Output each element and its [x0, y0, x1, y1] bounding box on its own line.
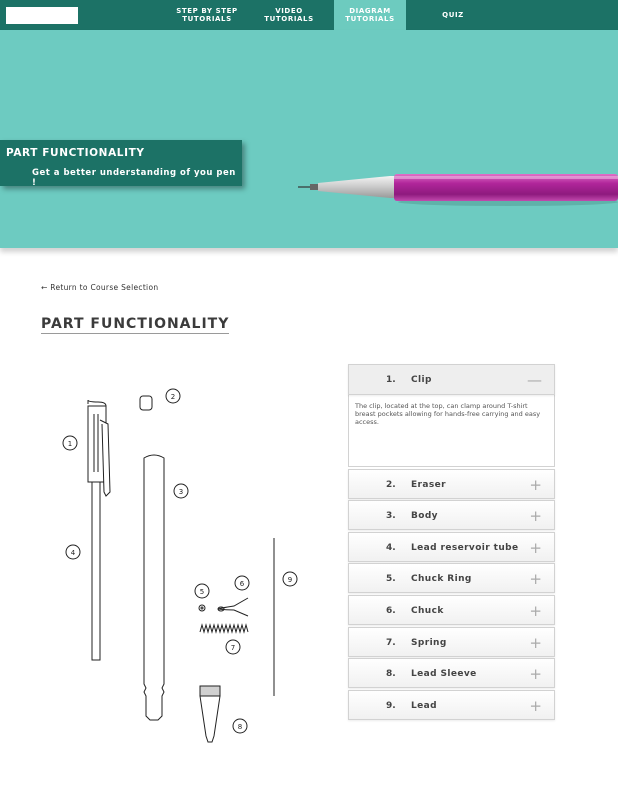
hero-section: PART FUNCTIONALITY Get a better understa… [0, 30, 618, 248]
expand-icon[interactable]: + [529, 501, 542, 531]
item-label: Body [411, 511, 438, 522]
expand-icon[interactable]: + [529, 564, 542, 594]
accordion-panel-clip: The clip, located at the top, can clamp … [348, 395, 555, 467]
item-label: Eraser [411, 479, 446, 490]
item-number: 4. [386, 542, 396, 553]
callout-label-6: 6 [240, 580, 245, 588]
item-label: Lead [411, 700, 437, 711]
callout-label-1: 1 [68, 440, 72, 448]
callout-label-9: 9 [288, 576, 292, 584]
collapse-icon[interactable]: — [527, 365, 542, 395]
accordion-item-lead[interactable]: 9. Lead + [348, 689, 555, 721]
pen-hero-image [298, 174, 618, 206]
part-eraser-drawing [139, 395, 153, 411]
expand-icon[interactable]: + [529, 470, 542, 500]
expand-icon[interactable]: + [529, 659, 542, 689]
item-number: 7. [386, 637, 396, 648]
item-label: Clip [411, 375, 432, 385]
part-chuck-drawing [217, 597, 249, 617]
page-title: PART FUNCTIONALITY [41, 316, 230, 334]
nav-step-by-step-tutorials[interactable]: STEP BY STEP TUTORIALS [172, 0, 242, 30]
expand-icon[interactable]: + [529, 628, 542, 658]
nav-video-tutorials[interactable]: VIDEO TUTORIALS [260, 0, 318, 30]
return-to-course-link[interactable]: ← Return to Course Selection [41, 283, 158, 292]
item-number: 1. [386, 375, 396, 385]
accordion-item-eraser[interactable]: 2. Eraser + [348, 468, 555, 500]
accordion-item-body[interactable]: 3. Body + [348, 500, 555, 531]
item-number: 2. [386, 479, 396, 490]
accordion-item-spring[interactable]: 7. Spring + [348, 626, 555, 658]
nav-label: QUIZ [442, 11, 464, 19]
part-clip-drawing [87, 399, 111, 661]
part-spring-drawing [199, 623, 249, 634]
nav-label: VIDEO TUTORIALS [264, 7, 314, 23]
callout-label-3: 3 [179, 488, 183, 496]
nav-label: STEP BY STEP TUTORIALS [176, 7, 238, 23]
callout-label-5: 5 [200, 588, 204, 596]
top-nav: STEP BY STEP TUTORIALS VIDEO TUTORIALS D… [0, 0, 618, 30]
clip-description: The clip, located at the top, can clamp … [355, 402, 541, 426]
accordion-item-clip[interactable]: 1. Clip — [348, 364, 555, 395]
item-number: 3. [386, 511, 396, 522]
nav-label: DIAGRAM TUTORIALS [345, 7, 395, 23]
item-number: 9. [386, 700, 396, 711]
item-label: Lead Sleeve [411, 669, 477, 680]
hero-banner: PART FUNCTIONALITY Get a better understa… [0, 140, 242, 188]
item-label: Chuck Ring [411, 574, 472, 585]
part-chuck-ring-drawing [198, 604, 206, 612]
item-label: Lead reservoir tube [411, 542, 519, 553]
accordion-item-lead-sleeve[interactable]: 8. Lead Sleeve + [348, 658, 555, 689]
accordion-item-chuck[interactable]: 6. Chuck + [348, 594, 555, 626]
expand-icon[interactable]: + [529, 691, 542, 721]
callout-label-2: 2 [171, 393, 175, 401]
nav-diagram-tutorials[interactable]: DIAGRAM TUTORIALS [334, 0, 406, 30]
accordion-item-chuck-ring[interactable]: 5. Chuck Ring + [348, 563, 555, 594]
hero-title: PART FUNCTIONALITY [6, 147, 145, 159]
accordion-item-lead-reservoir-tube[interactable]: 4. Lead reservoir tube + [348, 531, 555, 563]
callout-label-8: 8 [238, 723, 242, 731]
expand-icon[interactable]: + [529, 533, 542, 563]
hero-subtitle: Get a better understanding of you pen ! [32, 168, 236, 188]
item-label: Chuck [411, 605, 444, 616]
parts-accordion: 1. Clip — The clip, located at the top, … [348, 364, 555, 721]
item-number: 6. [386, 605, 396, 616]
part-body-drawing [143, 454, 165, 721]
item-label: Spring [411, 637, 447, 648]
callout-label-4: 4 [71, 549, 76, 557]
pen-parts-diagram: 1 2 3 4 5 6 7 8 9 [62, 388, 298, 743]
expand-icon[interactable]: + [529, 596, 542, 626]
item-number: 5. [386, 574, 396, 585]
callout-label-7: 7 [231, 644, 235, 652]
nav-quiz[interactable]: QUIZ [430, 0, 476, 30]
item-number: 8. [386, 669, 396, 680]
part-lead-sleeve-drawing [199, 685, 221, 743]
logo[interactable] [6, 7, 78, 24]
